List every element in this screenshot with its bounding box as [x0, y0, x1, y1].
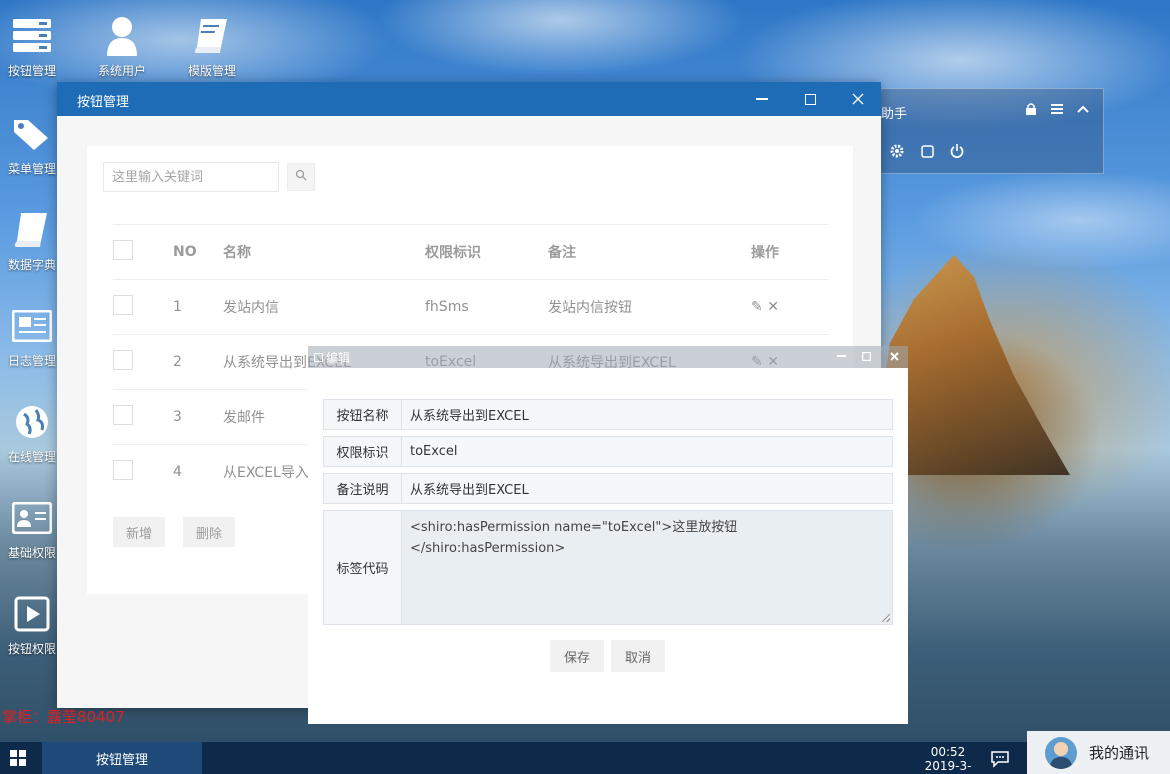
play-icon: [10, 592, 54, 636]
minimize-icon[interactable]: [751, 88, 773, 110]
desktop-icon-system-user[interactable]: 系统用户: [87, 14, 157, 79]
desktop-icon-label: 系统用户: [97, 64, 146, 78]
resize-handle[interactable]: [882, 614, 890, 622]
name-label: 按钮名称: [323, 399, 401, 430]
square-icon[interactable]: [919, 143, 935, 159]
lock-icon[interactable]: [1023, 101, 1039, 117]
menu-icon[interactable]: [1049, 101, 1065, 117]
save-button[interactable]: 保存: [550, 640, 605, 672]
desktop-icon-button-manage[interactable]: 按钮管理: [0, 14, 67, 79]
maximize-icon[interactable]: [857, 347, 875, 365]
code-textarea[interactable]: <shiro:hasPermission name="toExcel">这里放按…: [401, 510, 893, 625]
contact-widget[interactable]: 我的通讯: [1027, 731, 1170, 774]
desktop-icon-label: 按钮管理: [7, 64, 56, 78]
avatar: [1045, 736, 1077, 769]
window-title: 按钮管理: [77, 95, 130, 110]
gear-icon[interactable]: [889, 143, 905, 159]
remark-field[interactable]: 从系统导出到EXCEL: [401, 473, 893, 504]
globe-icon: [10, 400, 54, 444]
desktop-icon-template-manage[interactable]: 模版管理: [177, 14, 247, 79]
code-text: <shiro:hasPermission name="toExcel">这里放按…: [410, 520, 738, 556]
taskbar: 按钮管理 00:52 2019-3-19: [0, 742, 1170, 774]
power-icon[interactable]: [949, 143, 965, 159]
server-icon: [10, 14, 54, 58]
taskbar-item-button-manage[interactable]: 按钮管理: [42, 742, 202, 774]
code-label: 标签代码: [323, 510, 401, 625]
clock-date: 2019-3-19: [924, 759, 972, 774]
contact-label: 我的通讯: [1089, 744, 1150, 762]
perm-label: 权限标识: [323, 436, 401, 467]
window-titlebar[interactable]: 按钮管理: [57, 82, 881, 116]
close-icon[interactable]: [885, 347, 903, 365]
window-icon: [314, 351, 323, 365]
tag-icon: [10, 112, 54, 156]
edit-dialog: 按钮名称 从系统导出到EXCEL 权限标识 toExcel 备注说明 从系统导出…: [308, 368, 908, 724]
form-row-name: 按钮名称 从系统导出到EXCEL: [323, 399, 893, 430]
id-card-icon: [10, 496, 54, 540]
edit-dialog-header[interactable]: 编辑: [308, 346, 908, 368]
close-icon[interactable]: [847, 88, 869, 110]
helper-widget: 助手: [860, 88, 1104, 174]
book-icon: [10, 208, 54, 252]
watermark-text: 掌柜：露莹80407: [2, 708, 125, 726]
chevron-up-icon[interactable]: [1075, 101, 1091, 117]
minimize-icon[interactable]: [832, 347, 850, 365]
form-row-remark: 备注说明 从系统导出到EXCEL: [323, 473, 893, 504]
remark-label: 备注说明: [323, 473, 401, 504]
edit-dialog-title: 编辑: [326, 351, 351, 365]
taskbar-clock[interactable]: 00:52 2019-3-19: [918, 745, 978, 774]
newspaper-icon: [10, 304, 54, 348]
helper-title: 助手: [881, 107, 908, 122]
chat-bubble-icon[interactable]: [990, 750, 1010, 768]
maximize-icon[interactable]: [799, 88, 821, 110]
desktop-icon-label: 模版管理: [187, 64, 236, 78]
name-field[interactable]: 从系统导出到EXCEL: [401, 399, 893, 430]
form-row-perm: 权限标识 toExcel: [323, 436, 893, 467]
book-icon: [190, 14, 234, 58]
clock-time: 00:52: [930, 745, 966, 759]
windows-start-icon[interactable]: [10, 750, 26, 766]
form-row-code: 标签代码 <shiro:hasPermission name="toExcel"…: [323, 510, 893, 625]
user-icon: [100, 14, 144, 58]
perm-field[interactable]: toExcel: [401, 436, 893, 467]
cancel-button[interactable]: 取消: [611, 640, 666, 672]
